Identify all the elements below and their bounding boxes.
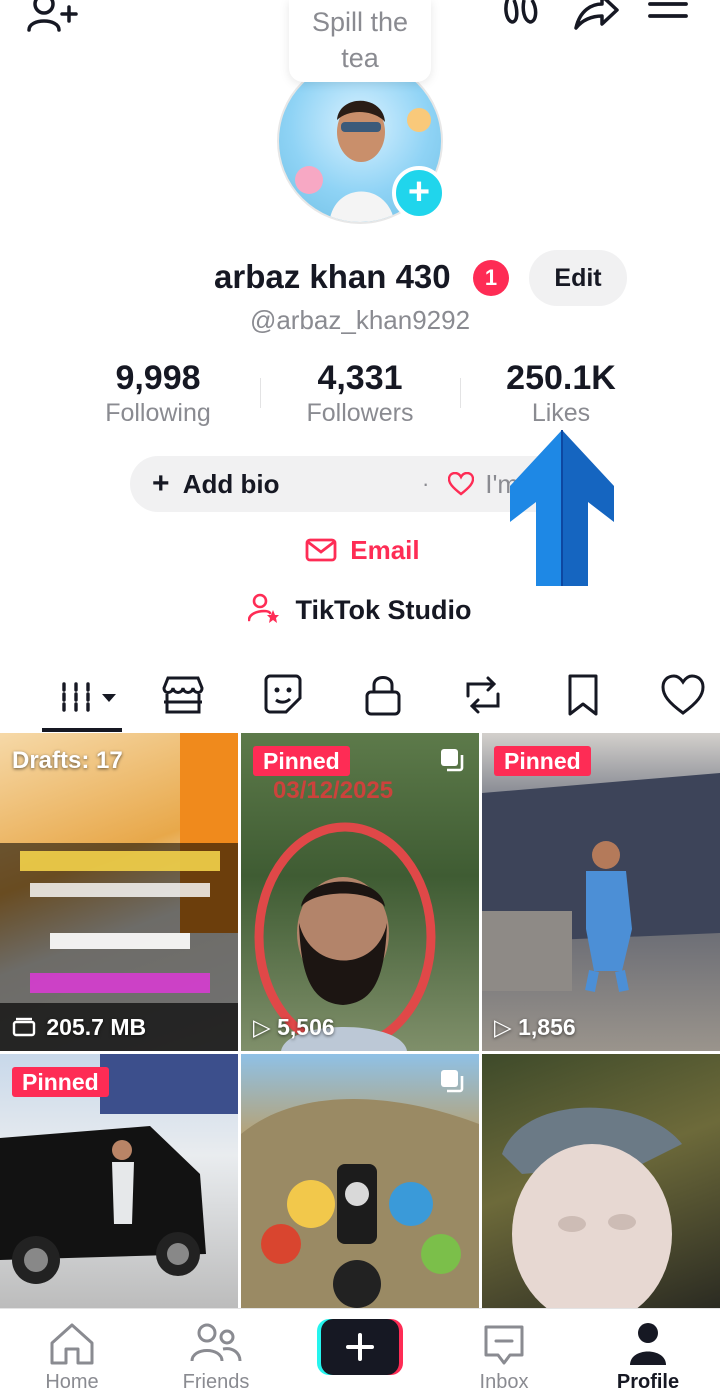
friends-icon: [190, 1323, 242, 1362]
play-icon: ▷: [494, 1014, 512, 1040]
video-thumbnail: [502, 1107, 682, 1308]
video-grid: Drafts: 17 205.7 MB Pinned 03/12/2025 ▷ …: [0, 733, 720, 1308]
nav-friends[interactable]: Friends: [144, 1309, 288, 1388]
video-thumbnail: [482, 773, 720, 992]
home-icon: [50, 1323, 94, 1365]
email-label: Email: [350, 535, 420, 565]
bio-separator: ·: [422, 471, 430, 496]
heart-icon: [447, 471, 475, 496]
edit-profile-button[interactable]: Edit: [529, 250, 627, 306]
views-count: 5,506: [277, 1014, 335, 1040]
studio-label: TikTok Studio: [295, 595, 472, 625]
spill-the-tea-bubble[interactable]: Spill the tea: [289, 0, 431, 82]
pinned-badge: Pinned: [494, 746, 591, 776]
drafts-size: 205.7 MB: [12, 1014, 146, 1041]
profile-icon: [630, 1323, 666, 1365]
views-count: 1,856: [518, 1014, 576, 1040]
tab-repost-icon[interactable]: [458, 670, 508, 720]
video-views: ▷ 1,856: [494, 1014, 576, 1041]
stat-followers-label: Followers: [306, 399, 414, 427]
drafts-count-label: Drafts: 17: [12, 747, 123, 774]
tab-favorites-bookmark-icon[interactable]: [558, 670, 608, 720]
menu-icon[interactable]: [648, 0, 688, 32]
play-icon: ▷: [253, 1014, 271, 1040]
stat-followers-value: 4,331: [317, 359, 403, 397]
footprints-icon[interactable]: [500, 0, 542, 34]
profile-name: arbaz khan 430: [214, 258, 451, 295]
add-bio-label: Add bio: [182, 469, 280, 499]
nav-home[interactable]: Home: [0, 1309, 144, 1388]
nav-profile-label: Profile: [616, 1371, 680, 1388]
bubble-line-1: Spill the: [311, 7, 409, 37]
drafts-thumbnail: [0, 733, 238, 1051]
bottom-nav: Home Friends Inbox Profile: [0, 1308, 720, 1388]
email-button[interactable]: Email: [305, 530, 420, 570]
drafts-size-value: 205.7 MB: [46, 1014, 147, 1040]
multi-photo-icon: [441, 1070, 464, 1093]
stat-following[interactable]: 9,998 Following: [58, 358, 258, 428]
video-tile[interactable]: Pinned 03/12/2025 ▷ 5,506: [241, 733, 479, 1051]
profile-handle: @arbaz_khan9292: [249, 305, 471, 335]
stat-following-value: 9,998: [115, 359, 201, 397]
stat-following-label: Following: [105, 399, 211, 427]
drafts-tile[interactable]: Drafts: 17 205.7 MB: [0, 733, 238, 1051]
tab-liked-heart-icon[interactable]: [658, 670, 708, 720]
tiktok-studio-button[interactable]: TikTok Studio: [247, 590, 472, 630]
mail-icon: [305, 538, 337, 562]
plus-icon: +: [152, 467, 170, 500]
video-tile[interactable]: Pinned: [0, 1054, 238, 1308]
add-friend-icon[interactable]: [26, 0, 78, 36]
nav-home-label: Home: [45, 1371, 99, 1388]
add-bio-button[interactable]: + Add bio: [152, 456, 280, 512]
nav-profile[interactable]: Profile: [576, 1309, 720, 1388]
video-views: ▷ 5,506: [253, 1014, 335, 1041]
nav-inbox[interactable]: Inbox: [432, 1309, 576, 1388]
stat-likes-value: 250.1K: [506, 359, 616, 397]
video-tile[interactable]: [482, 1054, 720, 1308]
nav-inbox-label: Inbox: [479, 1371, 529, 1388]
drafts-folder-icon: [12, 1017, 36, 1037]
pinned-badge: Pinned: [12, 1067, 109, 1097]
tab-sticker-icon[interactable]: [258, 670, 308, 720]
video-date-overlay: 03/12/2025: [273, 777, 394, 804]
inbox-icon: [484, 1325, 524, 1365]
avatar[interactable]: +: [277, 58, 446, 224]
studio-person-star-icon: [247, 593, 279, 623]
stat-likes[interactable]: 250.1K Likes: [461, 358, 661, 428]
video-tile[interactable]: [241, 1054, 479, 1308]
multi-photo-icon: [441, 749, 464, 772]
tab-shop-icon[interactable]: [158, 670, 208, 720]
content-tabs: [0, 660, 720, 732]
add-story-button[interactable]: +: [392, 166, 446, 220]
name-notification-badge[interactable]: 1: [473, 260, 509, 296]
up-arrow-icon: [510, 430, 614, 586]
share-icon[interactable]: [572, 0, 620, 34]
tab-private-lock-icon[interactable]: [358, 670, 408, 720]
create-post-button[interactable]: [317, 1319, 403, 1375]
nav-friends-label: Friends: [182, 1371, 250, 1388]
stat-followers[interactable]: 4,331 Followers: [260, 358, 460, 428]
bubble-line-2: tea: [341, 43, 379, 73]
video-tile[interactable]: Pinned ▷ 1,856: [482, 733, 720, 1051]
stat-likes-label: Likes: [531, 399, 591, 427]
pinned-badge: Pinned: [253, 746, 350, 776]
active-tab-indicator: [42, 728, 122, 732]
tab-videos-grid[interactable]: [58, 670, 120, 720]
